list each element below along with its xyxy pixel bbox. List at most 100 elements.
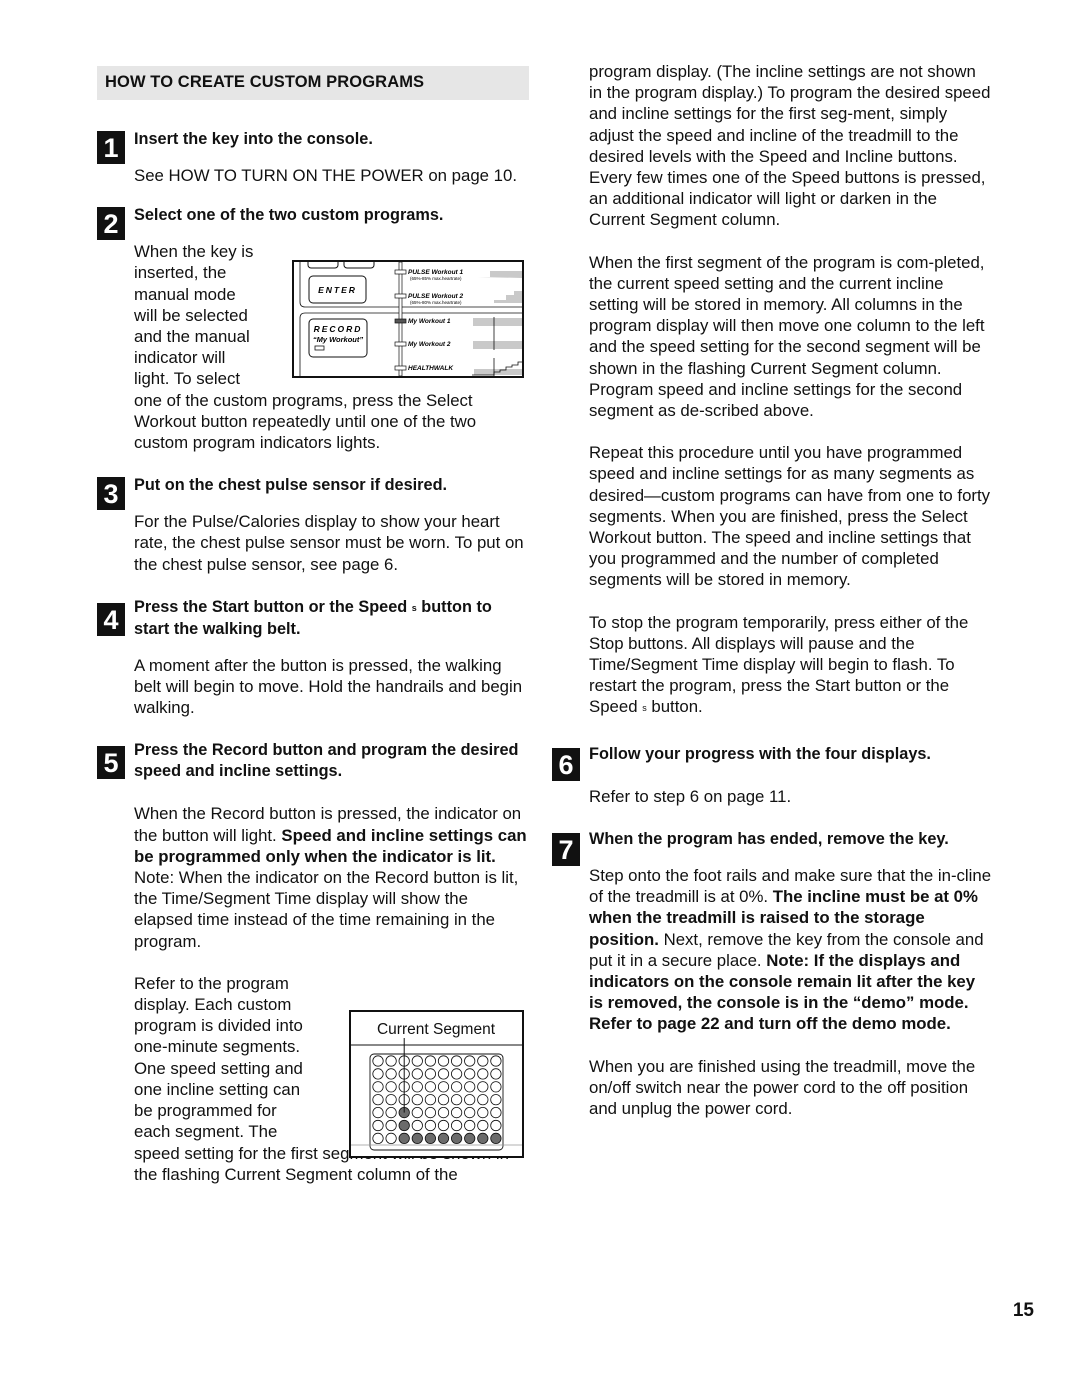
led-off <box>451 1055 463 1067</box>
led-off <box>424 1107 437 1119</box>
led-off <box>477 1081 489 1093</box>
led-off <box>385 1107 397 1119</box>
led-off <box>424 1081 437 1093</box>
led-off <box>372 1055 384 1067</box>
led-off <box>385 1094 397 1106</box>
led-off <box>437 1055 450 1067</box>
step-body: For the Pulse/Calories display to show y… <box>134 512 524 574</box>
led-off <box>411 1055 423 1067</box>
led-off <box>464 1094 476 1106</box>
program-name: My Workout 2 <box>408 341 451 348</box>
step-heading: Press the Record button and program the … <box>134 741 519 781</box>
led-off <box>372 1081 384 1093</box>
step-body: See HOW TO TURN ON THE POWER on page 10. <box>134 166 517 185</box>
led-off <box>464 1055 476 1067</box>
program-indicator <box>394 341 407 347</box>
led-off <box>451 1119 463 1132</box>
current-segment-figure: Current Segment <box>349 1010 524 1158</box>
step-heading: Select one of the two custom programs. <box>134 206 444 225</box>
segment-title: Current Segment <box>377 1021 496 1038</box>
led-off <box>385 1055 397 1067</box>
led-off <box>477 1055 489 1067</box>
step-4: 4 Press the Start button or the Speed s … <box>97 597 529 719</box>
led-off <box>424 1094 437 1106</box>
program-subtitle: (65%-80% max.heartrate) <box>410 300 462 305</box>
step-7: 7 When the program has ended, remove the… <box>552 829 992 1119</box>
right-column: program display. (The incline settings a… <box>552 61 992 1119</box>
console-button-top-2 <box>343 262 375 269</box>
led-off <box>411 1068 423 1080</box>
program-profile <box>473 318 522 326</box>
page-number: 15 <box>1012 1300 1034 1321</box>
led-off <box>385 1081 397 1093</box>
led-off <box>424 1119 437 1132</box>
led-lit <box>477 1132 489 1145</box>
led-off <box>477 1068 489 1080</box>
led-off <box>372 1132 384 1145</box>
led-off <box>372 1068 384 1080</box>
step-heading: Follow your progress with the four displ… <box>589 744 931 763</box>
led-off <box>372 1094 384 1106</box>
led-off <box>490 1119 502 1132</box>
speed-up-symbol: s <box>411 602 417 613</box>
step-body: Refer to step 6 on page 11. <box>589 786 792 806</box>
led-off <box>490 1094 502 1106</box>
led-off <box>411 1081 423 1093</box>
program-indicator <box>394 318 407 324</box>
led-off <box>464 1081 476 1093</box>
led-off <box>490 1107 502 1119</box>
step-heading: When the program has ended, remove the k… <box>589 829 949 848</box>
profile-bar <box>478 291 522 303</box>
program-name: PULSE Workout 2 <box>408 293 464 300</box>
record-indicator <box>314 345 325 351</box>
led-off <box>437 1107 450 1119</box>
led-lit <box>424 1132 437 1145</box>
program-name: My Workout 1 <box>408 318 451 325</box>
step-number: 5 <box>97 746 125 780</box>
led-off <box>451 1107 463 1119</box>
led-lit <box>411 1132 423 1145</box>
console-diagram: ENTER RECORD “My Workout” PULSE Workout … <box>299 262 522 376</box>
step-number: 2 <box>97 207 125 241</box>
step-body: Step onto the foot rails and make sure t… <box>589 865 992 1118</box>
program-name: PULSE Workout 1 <box>408 269 464 276</box>
step-number: 7 <box>552 832 580 866</box>
led-lit <box>437 1132 450 1145</box>
program-subtitle: (65%-85% max.heartrate) <box>410 276 462 281</box>
led-off <box>451 1094 463 1106</box>
step-1: 1 Insert the key into the console. See H… <box>97 129 529 186</box>
led-off <box>464 1107 476 1119</box>
program-profile <box>478 291 522 303</box>
enter-label: ENTER <box>318 285 357 295</box>
led-off <box>477 1107 489 1119</box>
step-heading: Put on the chest pulse sensor if desired… <box>134 476 448 495</box>
step-number: 3 <box>97 477 125 511</box>
segment-diagram: Current Segment <box>351 1021 522 1151</box>
text-line: Refer to the program <box>134 973 289 993</box>
led-off <box>437 1081 450 1093</box>
led-off <box>424 1068 437 1080</box>
led-off <box>451 1081 463 1093</box>
led-lit <box>490 1132 502 1145</box>
step-heading: Insert the key into the console. <box>134 130 373 148</box>
led-off <box>464 1119 476 1132</box>
led-off <box>464 1068 476 1080</box>
program-indicator <box>394 269 407 275</box>
led-off <box>385 1119 397 1132</box>
led-off <box>411 1107 423 1119</box>
step-3: 3 Put on the chest pulse sensor if desir… <box>97 475 529 575</box>
led-off <box>411 1119 423 1132</box>
led-off <box>437 1094 450 1106</box>
led-lit <box>398 1119 410 1132</box>
console-button-top-1 <box>307 262 339 269</box>
led-lit <box>398 1132 410 1145</box>
section-title: HOW TO CREATE CUSTOM PROGRAMS <box>97 66 529 100</box>
step-5-continued: program display. (The incline settings a… <box>589 62 991 717</box>
step-number: 6 <box>552 747 580 781</box>
led-off <box>437 1068 450 1080</box>
led-lit <box>464 1132 476 1145</box>
led-lit <box>451 1132 463 1145</box>
step-heading: Press the Start button or the Speed s bu… <box>134 597 492 638</box>
step-body: A moment after the button is pressed, th… <box>134 655 523 718</box>
led-off <box>437 1119 450 1132</box>
